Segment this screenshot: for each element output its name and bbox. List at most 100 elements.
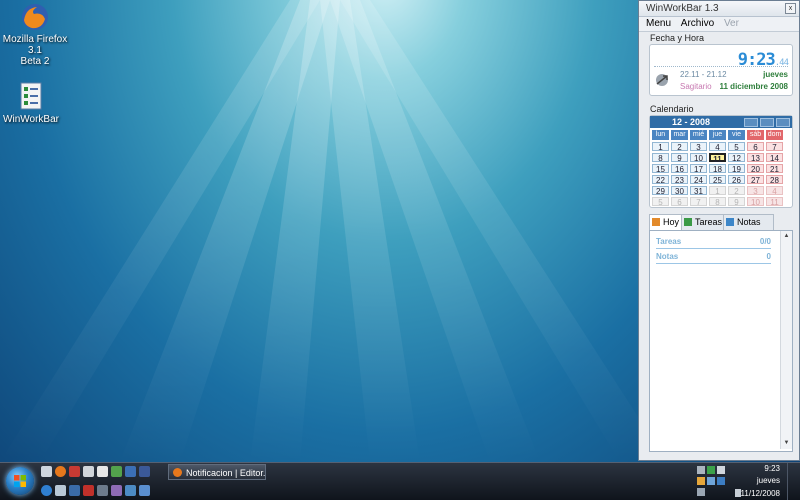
calendar-day[interactable]: 25 — [709, 175, 726, 185]
desktop-icon-winworkbar[interactable]: WinWorkBar — [0, 82, 66, 125]
calendar-day[interactable]: 5 — [652, 197, 669, 207]
mail-icon[interactable] — [55, 485, 66, 496]
today-button[interactable] — [760, 118, 774, 127]
tray-icon[interactable] — [717, 477, 725, 485]
scrollbar[interactable]: ▲ ▼ — [780, 231, 792, 449]
menu-item-archivo[interactable]: Archivo — [674, 17, 714, 29]
calendar-day[interactable]: 10 — [747, 197, 764, 207]
calendar-day[interactable]: 7 — [766, 142, 783, 152]
calendar-day[interactable]: 9 — [728, 197, 745, 207]
calendar-day[interactable]: 4 — [766, 186, 783, 196]
calendar-day[interactable]: 22 — [652, 175, 669, 185]
mail-icon[interactable] — [69, 466, 80, 477]
title-bar[interactable]: WinWorkBar 1.3 x — [639, 1, 799, 17]
calendar-day[interactable]: 6 — [747, 142, 764, 152]
calendar-day[interactable]: 30 — [671, 186, 688, 196]
calendar-day[interactable]: 15 — [652, 164, 669, 174]
full-date: 11 diciembre 2008 — [719, 82, 789, 91]
calendar-day[interactable]: 6 — [671, 197, 688, 207]
filezilla-icon[interactable] — [83, 485, 94, 496]
quicklaunch-icon[interactable] — [69, 485, 80, 496]
tray-icon[interactable] — [707, 477, 715, 485]
calendar-day[interactable]: 3 — [690, 142, 707, 152]
scroll-down-arrow-icon[interactable]: ▼ — [782, 439, 791, 448]
calendar-day[interactable]: 16 — [671, 164, 688, 174]
tray-icon[interactable] — [707, 466, 715, 474]
calendar-grid: lun mar mié jue vie sáb dom 1 2 3 4 5 6 7 8 9 10 11 12 13 14… — [650, 128, 792, 207]
calendar-day[interactable]: 11 — [766, 197, 783, 207]
quicklaunch-icon[interactable] — [125, 485, 136, 496]
ie-icon[interactable] — [41, 485, 52, 496]
quicklaunch-icon[interactable] — [111, 485, 122, 496]
show-desktop-button[interactable] — [787, 463, 800, 500]
calendar-day[interactable]: 28 — [766, 175, 783, 185]
quicklaunch-icon[interactable] — [125, 466, 136, 477]
network-icon[interactable] — [697, 488, 705, 496]
calendar-day[interactable]: 8 — [709, 197, 726, 207]
system-tray: 9:23 jueves 11/12/2008 — [695, 463, 800, 500]
calendar-day[interactable]: 12 — [728, 153, 745, 163]
calendar-day[interactable]: 17 — [690, 164, 707, 174]
calendar-day[interactable]: 10 — [690, 153, 707, 163]
start-button[interactable] — [6, 467, 34, 495]
quicklaunch-icon[interactable] — [111, 466, 122, 477]
clock-time: 9:23 — [737, 50, 776, 70]
calendar-day[interactable]: 3 — [747, 186, 764, 196]
calendar-day[interactable]: 1 — [709, 186, 726, 196]
calendar-day[interactable]: 5 — [728, 142, 745, 152]
row-label: Notas — [656, 252, 679, 261]
prev-month-button[interactable] — [744, 118, 758, 127]
calendar-day[interactable]: 23 — [671, 175, 688, 185]
calendar-day-today[interactable]: 11 — [709, 153, 726, 164]
tray-clock[interactable]: 9:23 — [764, 464, 780, 473]
calendar-day[interactable]: 27 — [747, 175, 764, 185]
calendar-day[interactable]: 13 — [747, 153, 764, 163]
calendar-day[interactable]: 14 — [766, 153, 783, 163]
calendar-day[interactable]: 31 — [690, 186, 707, 196]
window-title: WinWorkBar 1.3 — [646, 3, 719, 14]
quicklaunch-icon[interactable] — [41, 466, 52, 477]
tab-label: Notas — [737, 217, 761, 227]
calendar-day[interactable]: 26 — [728, 175, 745, 185]
quicklaunch-icon[interactable] — [139, 485, 150, 496]
calendar-day[interactable]: 7 — [690, 197, 707, 207]
calendar-day[interactable]: 2 — [728, 186, 745, 196]
row-count: 0/0 — [759, 237, 771, 246]
calendar-day[interactable]: 20 — [747, 164, 764, 174]
firefox-icon[interactable] — [55, 466, 66, 477]
tray-icon[interactable] — [717, 466, 725, 474]
calendar-day[interactable]: 4 — [709, 142, 726, 152]
calendar-day[interactable]: 24 — [690, 175, 707, 185]
menu-item-ver[interactable]: Ver — [717, 17, 739, 29]
zodiac-range: 22.11 - 21.12 — [680, 70, 727, 79]
calendar-day[interactable]: 29 — [652, 186, 669, 196]
day-header: dom — [766, 130, 783, 140]
taskbar-button-notificacion[interactable]: Notificacion | Editor... — [168, 464, 266, 480]
quicklaunch-icon[interactable] — [83, 466, 94, 477]
next-month-button[interactable] — [776, 118, 790, 127]
facebook-icon[interactable] — [139, 466, 150, 477]
scroll-up-arrow-icon[interactable]: ▲ — [782, 232, 791, 241]
tray-icon[interactable] — [697, 466, 705, 474]
calendar-day[interactable]: 21 — [766, 164, 783, 174]
winworkbar-window: WinWorkBar 1.3 x Menu Archivo Ver Fecha … — [638, 0, 800, 461]
calendar-month: 12 - 2008 — [672, 117, 711, 127]
calendar-day[interactable]: 18 — [709, 164, 726, 174]
zodiac-sign: Sagitario — [680, 82, 712, 91]
quicklaunch-icon[interactable] — [97, 466, 108, 477]
calendar-day[interactable]: 9 — [671, 153, 688, 163]
taskbar: Notificacion | Editor... 9:23 jueves 11/… — [0, 462, 800, 500]
list-item[interactable]: Notas 0 — [656, 252, 771, 264]
calendar-day[interactable]: 2 — [671, 142, 688, 152]
tab-notas[interactable]: Notas — [723, 214, 774, 230]
calendar-day[interactable]: 1 — [652, 142, 669, 152]
calendar-day[interactable]: 8 — [652, 153, 669, 163]
desktop-icon-firefox[interactable]: Mozilla Firefox 3.1 Beta 2 — [0, 2, 70, 67]
today-icon — [652, 218, 660, 226]
menu-item-menu[interactable]: Menu — [639, 17, 671, 29]
tray-icon[interactable] — [697, 477, 705, 485]
quicklaunch-icon[interactable] — [97, 485, 108, 496]
close-button[interactable]: x — [785, 3, 796, 14]
calendar-day[interactable]: 19 — [728, 164, 745, 174]
list-item[interactable]: Tareas 0/0 — [656, 237, 771, 249]
